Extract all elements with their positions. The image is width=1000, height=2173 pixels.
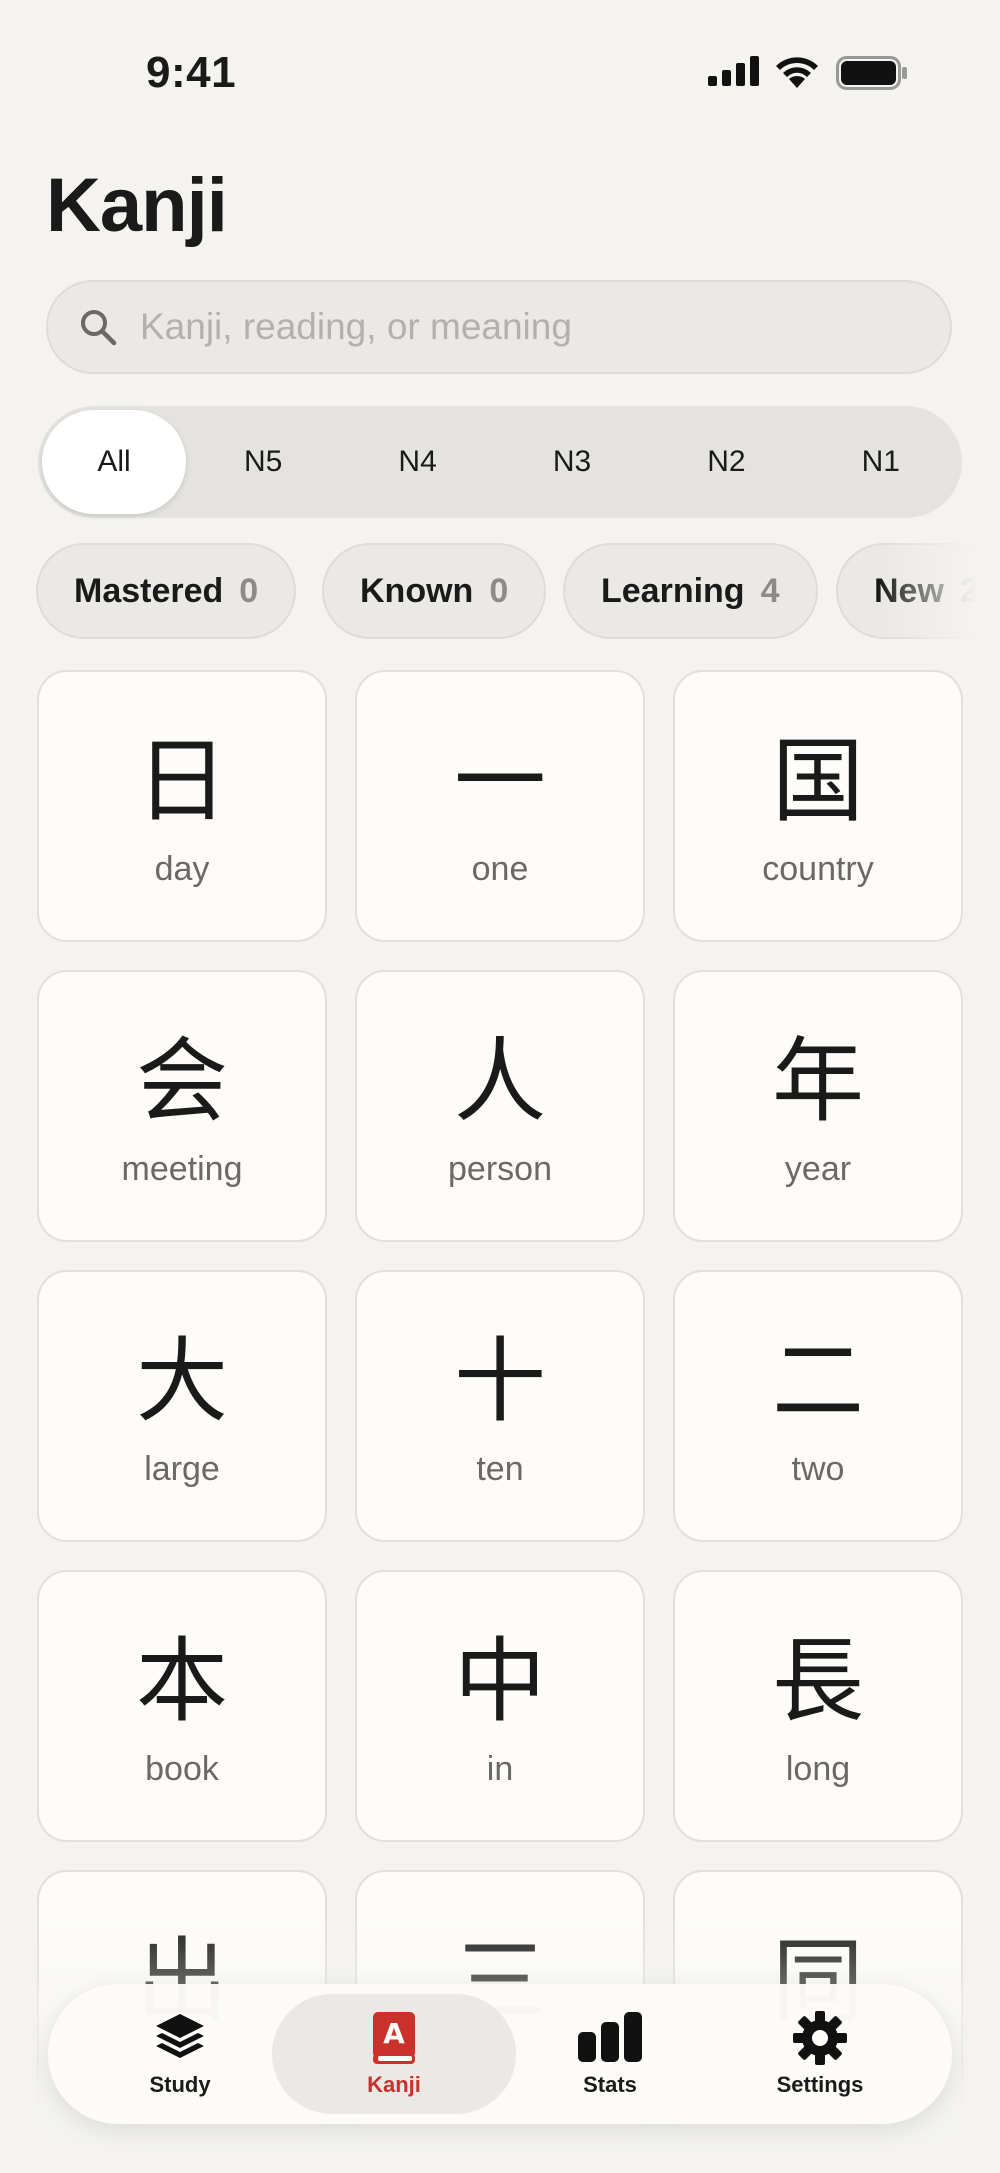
kanji-card[interactable]: 長 long — [673, 1570, 963, 1842]
kanji-card[interactable]: 年 year — [673, 970, 963, 1242]
search-bar[interactable] — [46, 280, 952, 374]
svg-text:A: A — [383, 2017, 405, 2050]
kanji-character: 会 — [135, 1028, 228, 1135]
tab-bar: Study A Kanji Stats Settings — [48, 1984, 952, 2124]
kanji-card[interactable]: 一 one — [355, 670, 645, 942]
kanji-meaning: day — [154, 850, 210, 888]
kanji-character: 二 — [771, 1328, 864, 1435]
kanji-grid: 日 day 一 one 国 country 会 meeting 人 person 年 year 大 lar… — [0, 670, 1000, 2173]
kanji-character: 人 — [453, 1028, 546, 1135]
tab-settings-label: Settings — [776, 2072, 864, 2097]
stack-icon — [156, 2014, 204, 2058]
level-option-n2[interactable]: N2 — [649, 410, 803, 514]
filter-chip-mastered[interactable]: Mastered 0 — [36, 543, 297, 639]
level-option-n3[interactable]: N3 — [495, 410, 649, 514]
kanji-card[interactable]: 人 person — [355, 970, 645, 1242]
kanji-character: 年 — [771, 1028, 864, 1135]
kanji-meaning: long — [785, 1750, 851, 1788]
filter-chip-known[interactable]: Known 0 — [322, 543, 547, 639]
tab-stats-label: Stats — [583, 2072, 637, 2097]
kanji-meaning: one — [471, 850, 529, 888]
tab-settings[interactable]: Settings — [698, 1994, 942, 2114]
kanji-card[interactable]: 日 day — [37, 670, 327, 942]
level-option-n4[interactable]: N4 — [340, 410, 494, 514]
kanji-meaning: large — [144, 1450, 220, 1488]
kanji-character: 中 — [453, 1628, 546, 1735]
tab-kanji[interactable]: A Kanji — [272, 1994, 516, 2114]
level-option-n5[interactable]: N5 — [186, 410, 340, 514]
kanji-meaning: in — [486, 1750, 514, 1788]
kanji-card[interactable]: 国 country — [673, 670, 963, 942]
kanji-card[interactable]: 本 book — [37, 1570, 327, 1842]
tab-study-label: Study — [149, 2072, 211, 2097]
filter-chip-count: 0 — [239, 571, 259, 610]
page-title: Kanji — [46, 163, 228, 248]
kanji-meaning: ten — [476, 1450, 524, 1488]
level-option-n1[interactable]: N1 — [804, 410, 958, 514]
filter-chip-count: 0 — [489, 571, 509, 610]
kanji-meaning: year — [784, 1150, 852, 1188]
kanji-card[interactable]: 大 large — [37, 1270, 327, 1542]
tab-study[interactable]: Study — [58, 1994, 302, 2114]
filter-chip-label: Learning — [601, 571, 745, 610]
filter-chip-label: Known — [360, 571, 474, 610]
battery-icon — [836, 56, 907, 90]
chips-fade — [880, 543, 1000, 643]
jlpt-level-selector: All N5 N4 N3 N2 N1 — [38, 406, 962, 518]
kanji-meaning: person — [448, 1150, 552, 1188]
status-time: 9:41 — [146, 48, 237, 97]
kanji-character: 国 — [771, 728, 864, 835]
kanji-meaning: meeting — [121, 1150, 243, 1188]
bar-chart-icon — [578, 2012, 642, 2062]
filter-chip-count: 4 — [760, 571, 780, 610]
filter-chip-learning[interactable]: Learning 4 — [563, 543, 818, 639]
kanji-character: 本 — [135, 1628, 228, 1735]
search-icon — [81, 310, 117, 346]
search-input[interactable] — [138, 305, 942, 349]
filter-chip-label: Mastered — [74, 571, 224, 610]
kanji-card[interactable]: 会 meeting — [37, 970, 327, 1242]
kanji-character: 長 — [771, 1628, 864, 1735]
cellular-signal-icon — [708, 56, 759, 86]
kanji-meaning: book — [145, 1750, 219, 1788]
level-option-all[interactable]: All — [42, 410, 186, 514]
kanji-character: 一 — [453, 728, 546, 835]
kanji-meaning: two — [791, 1450, 845, 1488]
kanji-card[interactable]: 十 ten — [355, 1270, 645, 1542]
status-bar: 9:41 — [0, 0, 1000, 140]
wifi-icon — [776, 57, 818, 88]
kanji-meaning: country — [762, 850, 874, 888]
tab-stats[interactable]: Stats — [488, 1994, 732, 2114]
kanji-character: 十 — [453, 1328, 546, 1435]
kanji-character: 日 — [135, 728, 228, 835]
kanji-character: 大 — [135, 1328, 228, 1435]
kanji-card[interactable]: 中 in — [355, 1570, 645, 1842]
kanji-book-icon: A — [373, 2012, 415, 2064]
status-filter-chips: Mastered0Known0Learning4New2,2 — [36, 543, 1000, 643]
tab-kanji-label: Kanji — [367, 2072, 421, 2097]
kanji-card[interactable]: 二 two — [673, 1270, 963, 1542]
gear-icon — [793, 2011, 847, 2065]
